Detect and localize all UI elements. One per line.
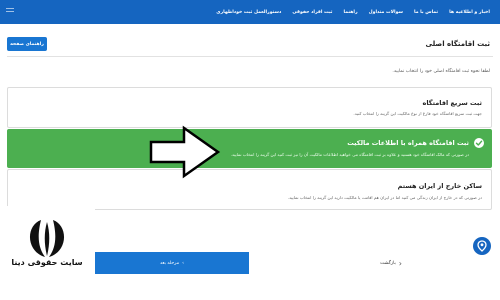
- option-title: ثبت اقامتگاه همراه با اطلاعات مالکیت: [347, 139, 469, 147]
- page-help-button[interactable]: راهنمای صفحه: [7, 37, 47, 51]
- next-button-label: مرحله بعد: [159, 260, 180, 266]
- nav-links: اخبار و اطلاعیه ها تماس با ما سوالات متد…: [205, 0, 490, 24]
- nav-link-news[interactable]: اخبار و اطلاعیه ها: [449, 10, 490, 15]
- logo-text: سایت حقوقی دینا: [11, 258, 83, 267]
- option-resident-abroad[interactable]: ساکن خارج از ایران هستم در صورتی که در خ…: [7, 169, 492, 210]
- option-title: ساکن خارج از ایران هستم: [397, 182, 482, 190]
- option-description: در صورتی که مالک اقامتگاه خود هستید و عل…: [230, 152, 469, 157]
- nav-link-contact[interactable]: تماس با ما: [414, 10, 438, 15]
- top-navigation-bar: اخبار و اطلاعیه ها تماس با ما سوالات متد…: [0, 0, 500, 24]
- option-quick-registration[interactable]: ثبت سریع اقامتگاه جهت ثبت سریع اقامتگاه …: [7, 87, 492, 128]
- location-pin-button[interactable]: [473, 237, 491, 255]
- back-button[interactable]: ‹ بازگشت: [380, 252, 402, 274]
- option-description: جهت ثبت سریع اقامتگاه خود فارغ از نوع ما…: [353, 111, 482, 116]
- menu-icon[interactable]: [6, 8, 14, 16]
- bottom-action-bar: مرحله بعد ‹ ‹ بازگشت: [95, 252, 500, 274]
- next-step-button[interactable]: مرحله بعد ‹: [95, 252, 249, 274]
- page-title: ثبت اقامتگاه اصلی: [425, 40, 490, 48]
- option-description: در صورتی که در خارج از ایران زندگی می کن…: [287, 195, 482, 200]
- instruction-text: لطفا نحوه ثبت اقامتگاه اصلی خود را انتخا…: [392, 69, 490, 74]
- location-pin-icon: [477, 240, 487, 252]
- nav-link-faq[interactable]: سوالات متداول: [369, 10, 403, 15]
- arrow-pointer-icon: [146, 124, 222, 180]
- option-title: ثبت سریع اقامتگاه: [422, 99, 482, 107]
- site-logo: سایت حقوقی دینا: [0, 206, 95, 300]
- nav-link-legal-entities[interactable]: ثبت افراد حقوقی: [292, 10, 332, 15]
- nav-link-guide[interactable]: راهنما: [344, 10, 358, 15]
- check-icon: [474, 138, 484, 148]
- nav-link-self-declaration[interactable]: دستورالعمل ثبت خوداظهاری: [216, 10, 281, 15]
- option-registration-with-ownership[interactable]: ثبت اقامتگاه همراه با اطلاعات مالکیت در …: [7, 129, 492, 168]
- back-button-label: بازگشت: [380, 260, 396, 266]
- divider: [7, 56, 493, 57]
- chevron-left-icon: ‹: [182, 260, 185, 266]
- chevron-left-icon: ‹: [398, 258, 402, 268]
